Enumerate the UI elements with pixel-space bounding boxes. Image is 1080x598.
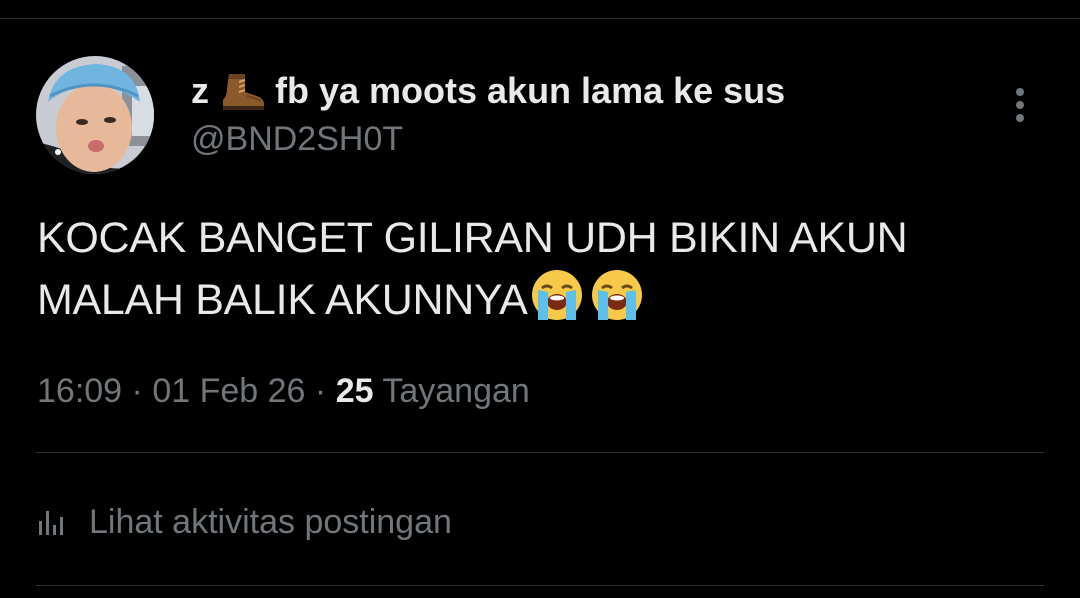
post-text-line-2: MALAH BALIK AKUNNYA	[37, 276, 528, 324]
views-count: 25	[335, 372, 374, 410]
meta-separator: ·	[131, 372, 143, 410]
view-post-activity-link[interactable]: Lihat aktivitas postingan	[37, 500, 452, 544]
section-divider	[36, 452, 1044, 453]
bottom-divider	[36, 585, 1044, 586]
stats-bar-icon	[39, 511, 63, 535]
loudly-crying-face-icon	[591, 270, 642, 320]
more-options-icon	[1016, 88, 1024, 122]
more-options-button[interactable]	[1004, 84, 1036, 126]
meta-separator: ·	[314, 372, 327, 410]
top-divider	[0, 18, 1080, 19]
post-detail-screen: z fb ya moots akun lama ke sus @BND2SH0T…	[0, 0, 1080, 598]
user-handle[interactable]: @BND2SH0T	[191, 118, 403, 160]
post-time[interactable]: 16:09	[37, 372, 122, 410]
display-name-suffix: fb ya moots akun lama ke sus	[275, 70, 786, 111]
display-name[interactable]: z fb ya moots akun lama ke sus	[191, 70, 785, 112]
emoji-group	[530, 268, 650, 322]
post-text-line-1: KOCAK BANGET GILIRAN UDH BIKIN AKUN	[37, 214, 908, 262]
views-label: Tayangan	[382, 372, 530, 410]
loudly-crying-face-icon	[531, 270, 582, 320]
display-name-prefix: z	[191, 70, 209, 111]
post-meta: 16:09 · 01 Feb 26 · 25 Tayangan	[37, 370, 530, 412]
post-text-line-2-row: MALAH BALIK AKUNNYA	[37, 268, 1037, 330]
post-text: KOCAK BANGET GILIRAN UDH BIKIN AKUN MALA…	[37, 208, 1037, 330]
view-post-activity-label: Lihat aktivitas postingan	[89, 503, 452, 541]
avatar[interactable]	[36, 56, 154, 174]
profile-avatar-image	[36, 56, 154, 174]
boot-emoji-icon	[223, 74, 265, 110]
post-date[interactable]: 01 Feb 26	[152, 372, 305, 410]
